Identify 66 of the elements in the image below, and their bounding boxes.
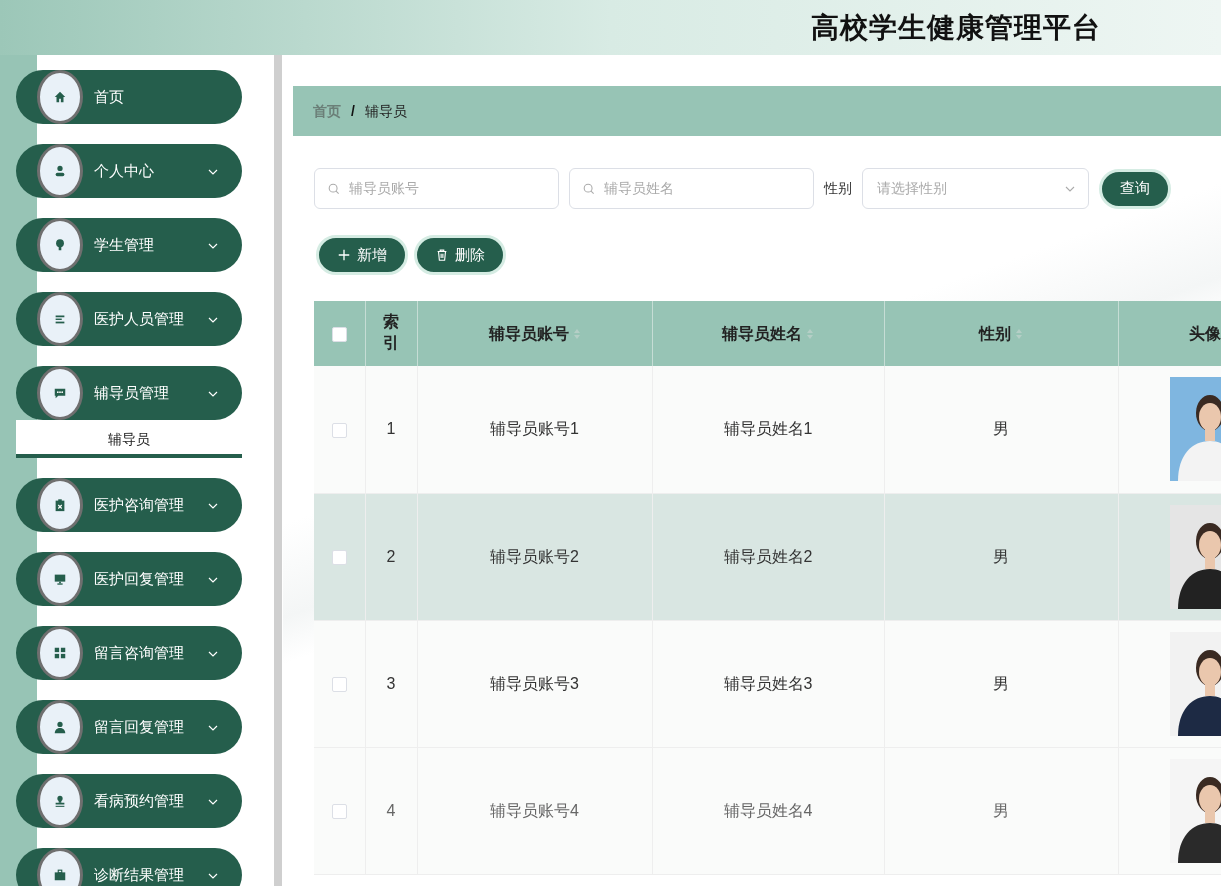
home-icon [53,90,67,104]
table-cell: 辅导员姓名2 [723,547,813,565]
search-icon [327,181,341,196]
table-cell: 2 [386,547,396,565]
table-cell: 辅导员姓名4 [723,801,813,819]
sidebar-item[interactable]: 个人中心 [16,144,242,198]
clipboard-icon [53,498,67,512]
column-header[interactable]: 性别 [979,324,1023,342]
delete-button[interactable]: 删除 [414,235,506,275]
search-field[interactable]: 辅导员姓名 [569,168,814,209]
bulb-icon [53,238,67,252]
sidebar-item[interactable]: 留言咨询管理 [16,626,242,680]
table-cell: 辅导员账号2 [490,547,579,565]
search-field[interactable]: 辅导员账号 [314,168,559,209]
select-all-checkbox[interactable] [331,326,347,342]
table-cell: 男 [993,547,1009,565]
table-cell: 男 [993,674,1009,692]
grid-icon [53,646,67,660]
search-button[interactable]: 查询 [1099,168,1171,209]
row-checkbox[interactable] [331,422,347,438]
table-cell: 辅导员账号4 [490,801,579,819]
table-cell: 男 [993,801,1009,819]
table-cell: 辅导员账号1 [490,420,579,438]
column-header[interactable]: 辅导员姓名 [722,324,814,342]
table-cell: 辅导员账号3 [490,674,579,692]
sidebar-item[interactable]: 看病预约管理 [16,774,242,828]
search-input[interactable]: 辅导员账号 [347,177,537,200]
gender-select[interactable]: 请选择性别 [862,168,1089,209]
app-title: 高校学生健康管理平台 [811,10,1101,45]
table-cell: 辅导员姓名3 [723,674,813,692]
add-button[interactable]: 新增 [316,235,408,275]
sidebar-item[interactable]: 医护人员管理 [16,292,242,346]
separator: / [351,101,355,121]
table-cell: 3 [386,674,396,692]
sidebar-item[interactable]: 首页 [16,70,242,124]
column-header[interactable]: 头像 [1188,324,1221,342]
sidebar-item[interactable]: 医护回复管理 [16,552,242,606]
user-icon [53,164,67,178]
stamp-icon [53,794,67,808]
monitor-icon [53,572,67,586]
table-cell: 4 [386,801,396,819]
row-checkbox[interactable] [331,549,347,565]
sidebar-item[interactable]: 辅导员管理 [16,366,242,420]
row-checkbox[interactable] [331,676,347,692]
submenu-item[interactable]: 辅导员 [16,420,242,458]
trash-icon [435,248,449,262]
sidebar-item[interactable]: 医护咨询管理 [16,478,242,532]
table-cell: 辅导员姓名1 [723,420,813,438]
sidebar-item[interactable]: 留言回复管理 [16,700,242,754]
field-label: 性别 [824,179,852,198]
row-checkbox[interactable] [331,803,347,819]
sort-icon[interactable] [1015,328,1023,341]
column-header[interactable]: 辅导员账号 [488,324,581,342]
table-cell: 1 [386,420,396,438]
sidebar-item[interactable]: 学生管理 [16,218,242,272]
briefcase-icon [53,868,67,882]
table-cell: 男 [993,420,1009,438]
search-icon [582,181,596,196]
sort-icon[interactable] [806,328,814,341]
sort-icon[interactable] [572,328,581,341]
plus-icon [337,248,351,262]
select-input[interactable]: 请选择性别 [875,177,1045,200]
search-input[interactable]: 辅导员姓名 [602,177,792,200]
person-icon [53,720,67,734]
chat-icon [53,386,67,400]
sidebar-item[interactable]: 诊断结果管理 [16,848,242,886]
